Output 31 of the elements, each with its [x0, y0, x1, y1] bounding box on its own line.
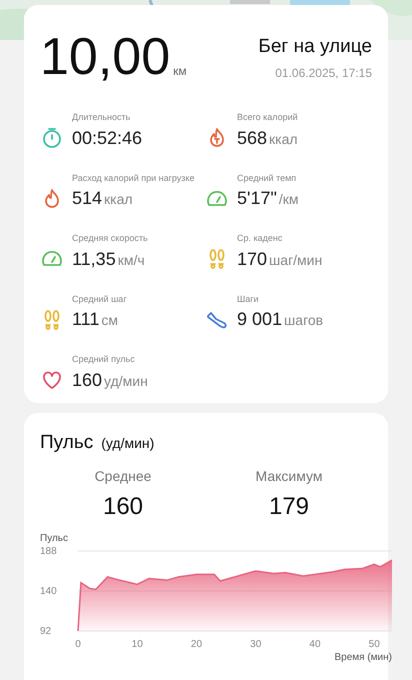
stat-label: Расход калорий при нагрузке: [72, 172, 194, 185]
stat-label: Средний шаг: [72, 292, 127, 306]
stat-value: 111: [72, 308, 100, 331]
stat-unit: км/ч: [118, 250, 145, 270]
stat-value: 5'17": [237, 187, 277, 210]
stat-label: Средний темп: [237, 172, 298, 185]
stat-value: 568: [237, 126, 268, 150]
distance-value: 10,00: [40, 31, 170, 83]
stat-label: Ср. каденс: [237, 232, 284, 245]
stat-unit: шагов: [284, 311, 324, 330]
activity-title: Бег на улице: [258, 35, 372, 59]
stat-value: 160: [72, 368, 102, 392]
stat-value: 9 001: [237, 308, 282, 331]
stat-unit: ккал: [104, 190, 133, 209]
stat-value: 00:52:46: [72, 126, 142, 150]
stat-unit: /км: [278, 190, 298, 209]
distance-unit: км: [173, 63, 187, 80]
stat-unit: шаг/мин: [269, 250, 322, 270]
stat-value: 11,35: [72, 248, 116, 270]
stat-value: 514: [72, 187, 102, 210]
activity-datetime: 01.06.2025, 17:15: [275, 64, 372, 82]
stat-label: Средняя скорость: [72, 232, 148, 245]
stat-unit: ккал: [269, 130, 298, 148]
stat-value: 170: [237, 248, 268, 270]
stat-unit: см: [101, 311, 118, 330]
stat-unit: уд/мин: [104, 372, 148, 391]
stat-label: Шаги: [237, 292, 260, 306]
stat-label: Длительность: [72, 111, 132, 124]
stat-label: Всего калорий: [237, 111, 298, 124]
stat-label: Средний пульс: [72, 353, 136, 366]
stopwatch-icon: [40, 126, 64, 150]
